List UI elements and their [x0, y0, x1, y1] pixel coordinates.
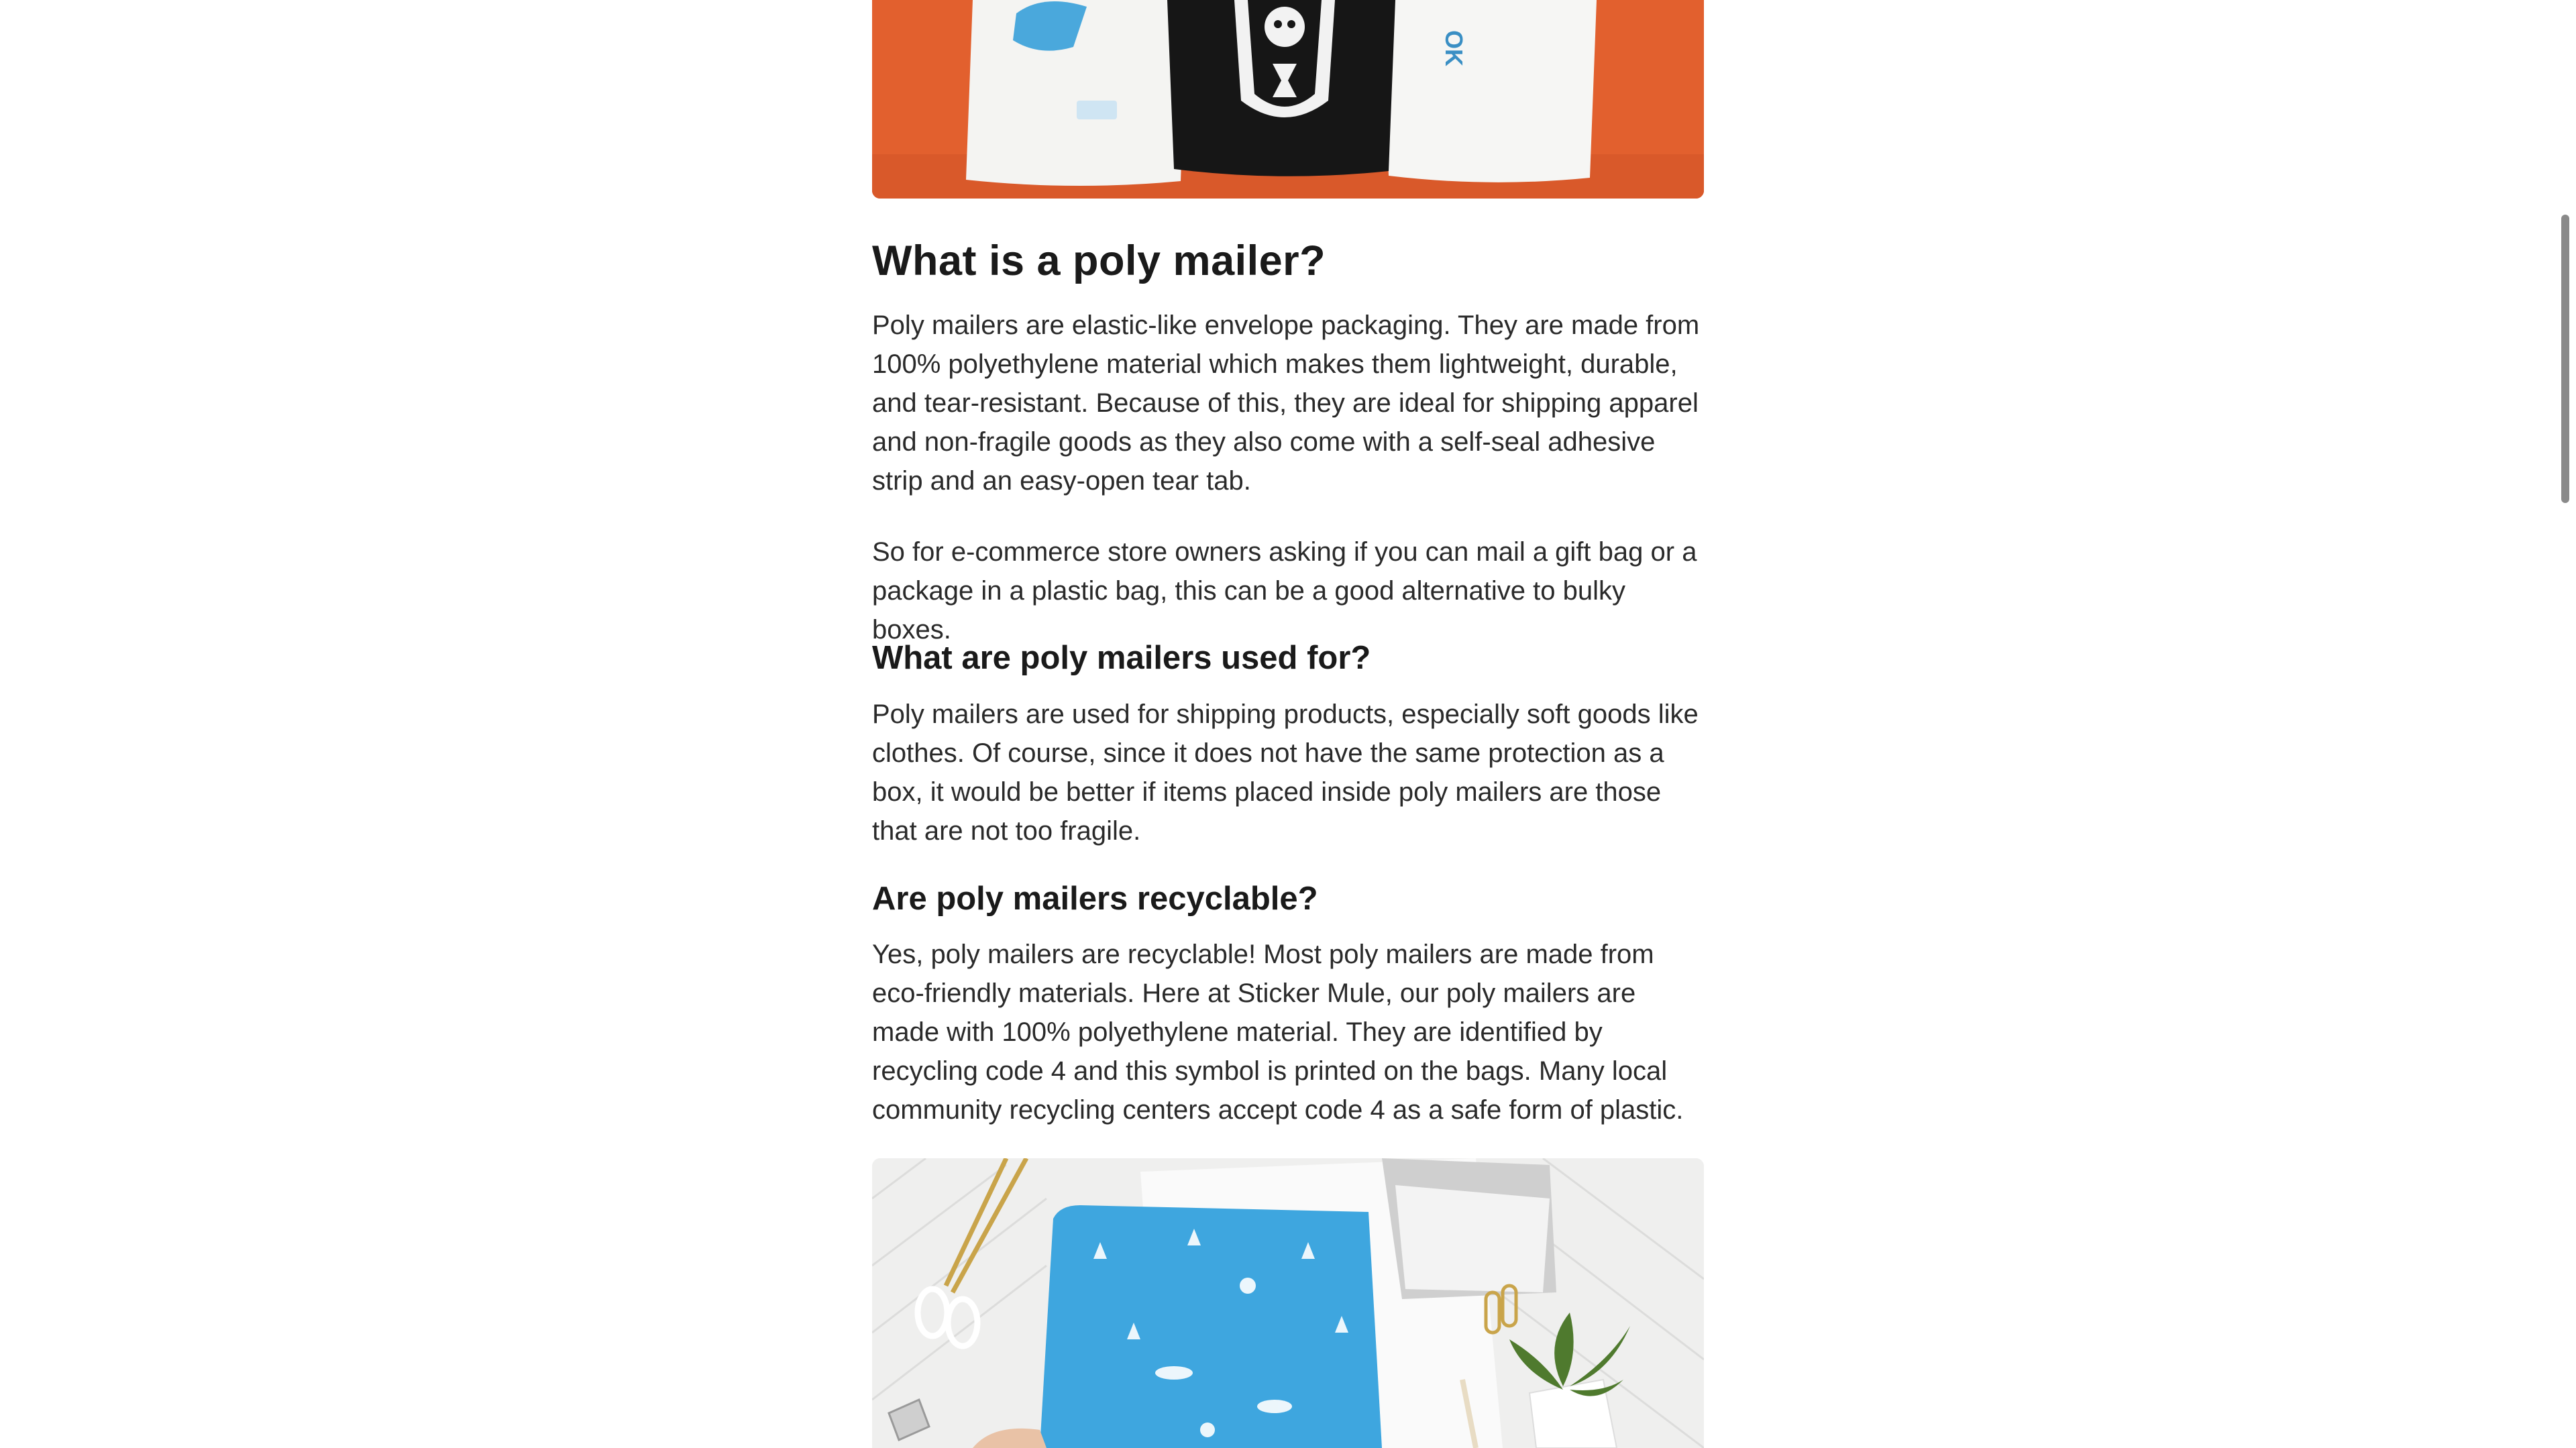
paragraph-used-for: Poly mailers are used for shipping produ…	[872, 700, 1699, 846]
section-heading-recyclable: Are poly mailers recyclable?	[872, 881, 1318, 917]
paragraph-recyclable: Yes, poly mailers are recyclable! Most p…	[872, 940, 1684, 1125]
section-heading-used-for: What are poly mailers used for?	[872, 640, 1371, 676]
custom-mailer-illustration	[872, 1158, 1704, 1448]
scrollbar-thumb[interactable]	[2561, 215, 2569, 503]
section-heading-what-is: What is a poly mailer?	[872, 237, 1326, 284]
poly-mailers-illustration: OK	[872, 0, 1704, 199]
svg-text:OK: OK	[1440, 30, 1468, 66]
paragraph-gift-bag: So for e-commerce store owners asking if…	[872, 537, 1697, 645]
custom-mailer-photo	[872, 1158, 1704, 1448]
paragraph-definition: Poly mailers are elastic-like envelope p…	[872, 311, 1700, 496]
poly-mailers-photo: OK	[872, 0, 1704, 199]
